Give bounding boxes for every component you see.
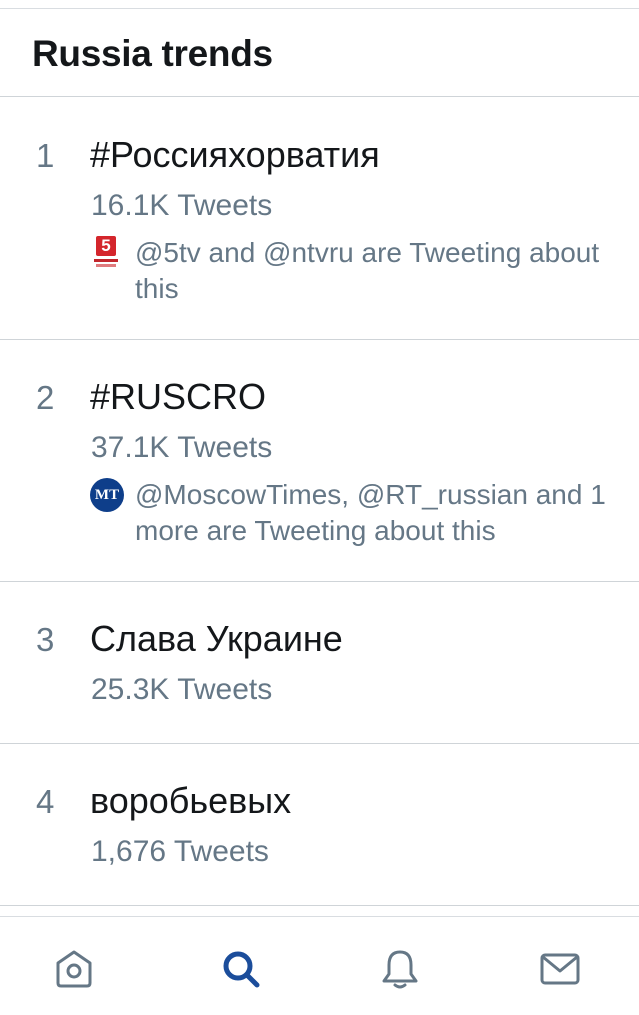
trend-item-3[interactable]: 3 Слава Украине 25.3K Tweets	[0, 582, 639, 744]
trend-item-2[interactable]: 2 #RUSCRO 37.1K Tweets MT @MoscowTimes, …	[0, 340, 639, 582]
list-end-divider	[0, 905, 639, 906]
trend-rank: 3	[36, 621, 55, 658]
trend-name: воробьевых	[90, 780, 292, 821]
search-icon	[223, 951, 260, 988]
page-title: Russia trends	[32, 33, 273, 74]
trend-context: @5tv and @ntvru are Tweeting about this	[135, 237, 600, 304]
tab-search[interactable]	[217, 945, 265, 993]
trend-name: #RUSCRO	[90, 376, 267, 417]
bottom-tab-bar	[0, 916, 639, 1015]
trend-rank: 4	[36, 783, 55, 820]
tab-notifications[interactable]	[376, 945, 424, 993]
trends-page: Russia trends 1 #Россияхорватия 16.1K Tw…	[0, 0, 639, 1015]
trend-tweet-count: 25.3K Tweets	[91, 673, 273, 706]
trend-rank: 2	[36, 379, 55, 416]
5tv-logo-icon: 5	[93, 236, 121, 268]
bell-icon	[382, 950, 418, 989]
trend-rank: 1	[36, 137, 55, 174]
tab-messages[interactable]	[536, 945, 584, 993]
trends-header: Russia trends	[0, 9, 639, 97]
trend-item-4[interactable]: 4 воробьевых 1,676 Tweets	[0, 744, 639, 905]
trend-tweet-count: 1,676 Tweets	[91, 835, 269, 868]
moscow-times-logo-icon: MT	[90, 478, 124, 512]
home-icon	[56, 950, 92, 988]
tab-home[interactable]	[50, 945, 98, 993]
trend-item-1[interactable]: 1 #Россияхорватия 16.1K Tweets 5 @5tv an…	[0, 98, 639, 340]
trend-name: #Россияхорватия	[90, 134, 380, 175]
trend-tweet-count: 16.1K Tweets	[91, 189, 273, 222]
trend-tweet-count: 37.1K Tweets	[91, 431, 273, 464]
trend-name: Слава Украине	[90, 618, 343, 659]
trend-context: @MoscowTimes, @RT_russian and 1 more are…	[135, 479, 606, 546]
mail-icon	[540, 953, 580, 985]
